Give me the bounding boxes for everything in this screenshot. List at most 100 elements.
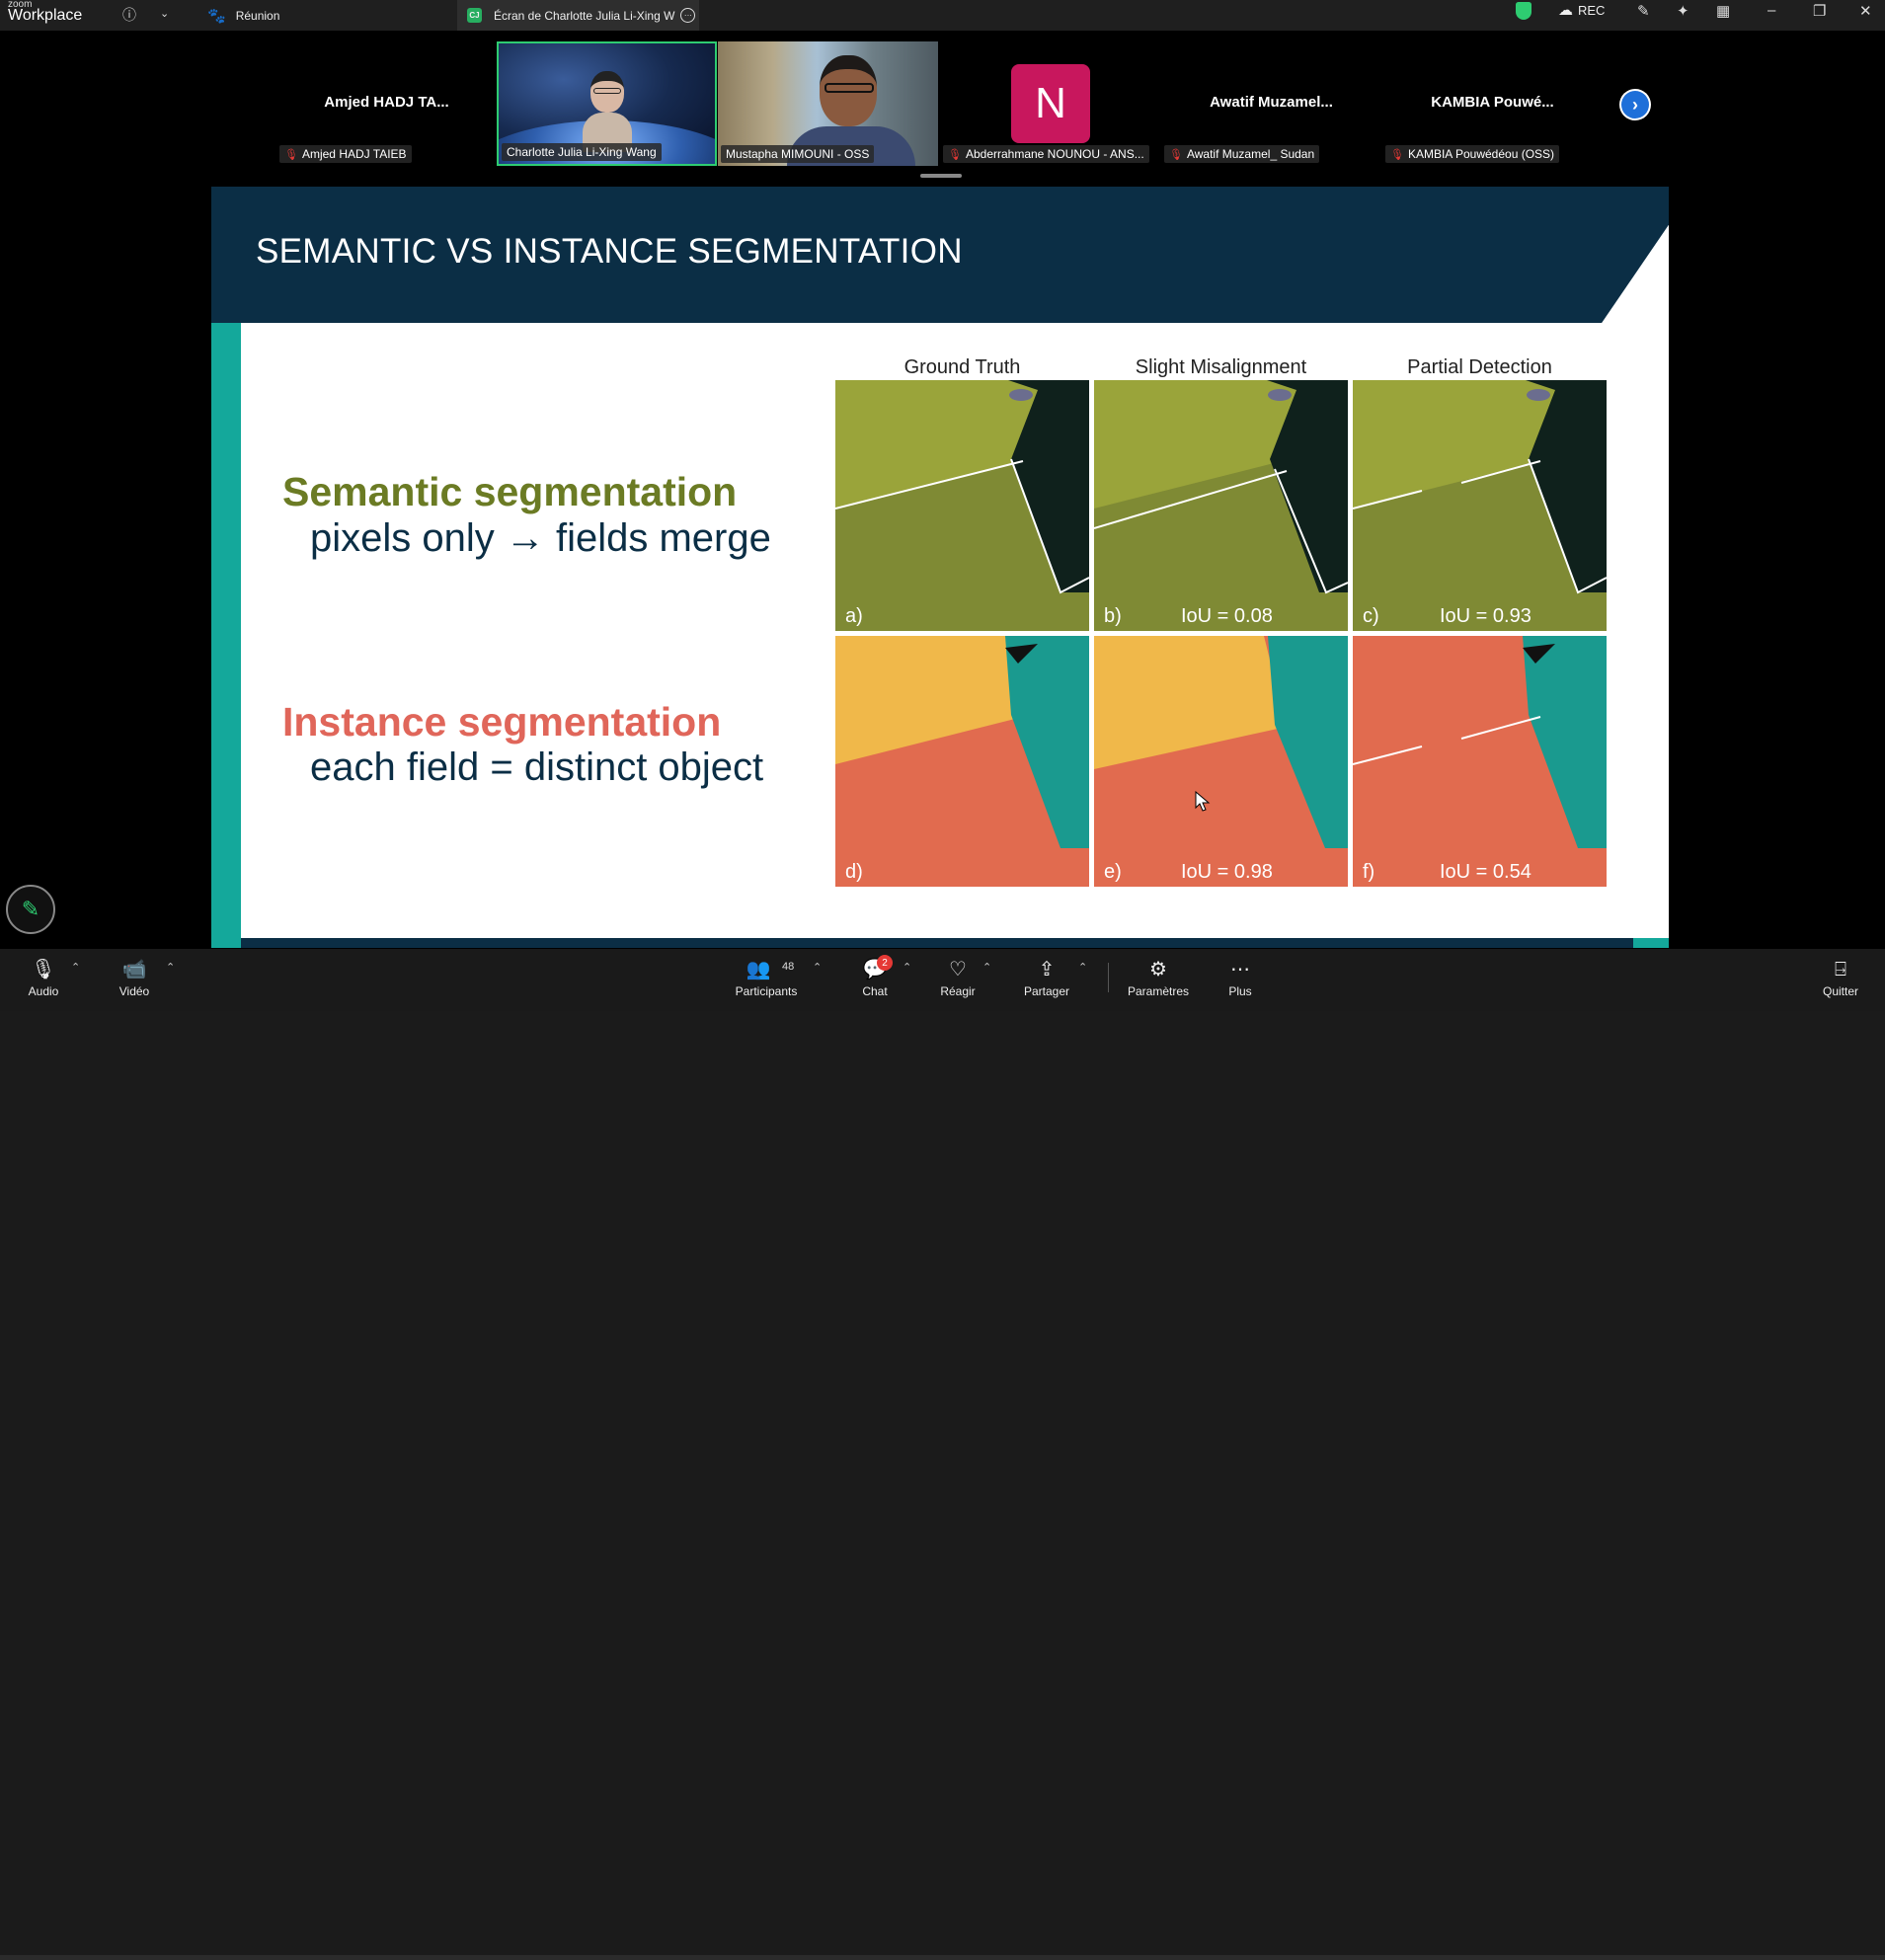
react-button[interactable]: ♡ Réagir xyxy=(940,957,976,998)
video-button[interactable]: 📹 Vidéo xyxy=(117,957,152,998)
iou-value: IoU = 0.98 xyxy=(1181,861,1273,883)
share-label: Partager xyxy=(1023,984,1070,998)
tab-screen-label: Écran de Charlotte Julia Li-Xing W xyxy=(494,8,675,23)
tab-meeting[interactable]: 🐾 Réunion xyxy=(207,0,279,31)
participant-gallery: Amjed HADJ TA... 🎙 Amjed HADJ TAIEB Charl… xyxy=(0,31,1885,187)
participant-tile[interactable]: KAMBIA Pouwé... 🎙 KAMBIA Pouwédéou (OSS) xyxy=(1382,41,1603,166)
participant-name: Awatif Muzamel... xyxy=(1210,94,1333,111)
more-button[interactable]: ⋯ Plus xyxy=(1224,957,1256,998)
gallery-resize-handle[interactable] xyxy=(920,174,962,178)
instance-mask xyxy=(835,636,1089,887)
video-label: Vidéo xyxy=(118,984,150,998)
mic-muted-icon: 🎙 xyxy=(948,148,962,161)
participants-options-caret[interactable]: ⌃ xyxy=(813,961,822,974)
slide-title: SEMANTIC VS INSTANCE SEGMENTATION xyxy=(256,232,963,271)
participant-label-text: Amjed HADJ TAIEB xyxy=(301,147,407,161)
more-icon: ⋯ xyxy=(1230,959,1250,980)
share-options-caret[interactable]: ⌃ xyxy=(1078,961,1087,974)
participant-tile[interactable]: Awatif Muzamel... 🎙 Awatif Muzamel_ Sudan xyxy=(1161,41,1381,166)
participant-name: KAMBIA Pouwé... xyxy=(1431,94,1554,111)
participant-label: 🎙 Awatif Muzamel_ Sudan xyxy=(1164,145,1320,163)
panel-e: e) IoU = 0.98 xyxy=(1094,636,1348,887)
toolbar-divider xyxy=(1108,963,1109,992)
gear-icon: ⚙ xyxy=(1149,959,1167,980)
participant-label: 🎙 Abderrahmane NOUNOU - ANS... xyxy=(943,145,1149,163)
participant-tile-active-speaker[interactable]: Charlotte Julia Li-Xing Wang xyxy=(497,41,717,166)
panel-d: d) xyxy=(835,636,1089,887)
recording-indicator[interactable]: ☁ REC xyxy=(1558,1,1605,19)
leave-label: Quitter xyxy=(1822,984,1858,998)
video-options-caret[interactable]: ⌃ xyxy=(166,961,175,974)
chevron-right-icon: › xyxy=(1621,91,1649,118)
react-options-caret[interactable]: ⌃ xyxy=(982,961,991,974)
ai-companion-icon[interactable]: ✦ xyxy=(1677,2,1689,20)
cloud-icon: ☁ xyxy=(1558,2,1573,19)
restore-icon[interactable]: ❐ xyxy=(1813,2,1826,20)
panel-label: e) xyxy=(1104,861,1122,883)
instance-mask xyxy=(1094,636,1348,887)
panel-b: b) IoU = 0.08 xyxy=(1094,380,1348,631)
close-icon[interactable]: ✕ xyxy=(1859,2,1872,20)
participant-label: Mustapha MIMOUNI - OSS xyxy=(721,145,875,163)
participant-label-text: Charlotte Julia Li-Xing Wang xyxy=(507,145,657,159)
chevron-down-icon[interactable]: ⌄ xyxy=(160,7,169,20)
slide-footer-accent xyxy=(1633,938,1669,948)
satellite-image xyxy=(1094,380,1348,631)
rec-label: REC xyxy=(1578,2,1606,18)
tab-meeting-label: Réunion xyxy=(235,8,280,23)
apps-icon[interactable]: ▦ xyxy=(1716,2,1730,20)
iou-value: IoU = 0.54 xyxy=(1440,861,1532,883)
mic-muted-icon: 🎙 xyxy=(284,148,298,161)
heart-icon: ♡ xyxy=(949,959,967,980)
settings-button[interactable]: ⚙ Paramètres xyxy=(1128,957,1189,998)
info-icon[interactable]: ⓘ xyxy=(122,5,136,25)
semantic-heading: Semantic segmentation xyxy=(282,469,738,514)
participant-label: Charlotte Julia Li-Xing Wang xyxy=(502,143,662,161)
share-button[interactable]: ⇪ Partager xyxy=(1022,957,1071,998)
panel-f: f) IoU = 0.54 xyxy=(1353,636,1607,887)
minimize-icon[interactable]: – xyxy=(1767,2,1775,19)
instance-subtext: each field = distinct object xyxy=(310,745,764,789)
slide-accent-bar xyxy=(211,323,241,948)
video-off-icon: 📹 xyxy=(121,959,147,980)
participant-tile[interactable]: Amjed HADJ TA... 🎙 Amjed HADJ TAIEB xyxy=(276,41,497,166)
chat-label: Chat xyxy=(862,984,888,998)
participant-name: Amjed HADJ TA... xyxy=(324,94,449,111)
participant-label: 🎙 Amjed HADJ TAIEB xyxy=(279,145,412,163)
mic-muted-icon: 🎙 xyxy=(1169,148,1183,161)
audio-options-caret[interactable]: ⌃ xyxy=(71,961,80,974)
semantic-subtext: pixels only → fields merge xyxy=(310,516,771,560)
title-bar: zoom Workplace ⓘ ⌄ 🐾 Réunion CJ Écran de… xyxy=(0,0,1885,31)
annotate-button[interactable]: ✎ xyxy=(6,885,55,934)
participant-tile[interactable]: N 🎙 Abderrahmane NOUNOU - ANS... xyxy=(940,41,1160,166)
taskbar-edge xyxy=(0,1955,1885,1960)
annotate-tool-icon[interactable]: ✎ xyxy=(1637,2,1650,20)
exit-icon: ⍈ xyxy=(1835,959,1846,980)
screen-tab-avatar: CJ xyxy=(467,8,482,23)
mouse-cursor-icon xyxy=(1195,791,1211,812)
encryption-shield-icon[interactable] xyxy=(1516,2,1532,20)
paw-icon: 🐾 xyxy=(207,7,226,25)
chat-unread-badge: 2 xyxy=(877,955,893,971)
zoom-logo: zoom Workplace xyxy=(8,0,82,24)
pencil-icon: ✎ xyxy=(21,897,40,921)
participants-count: 48 xyxy=(782,961,795,973)
presentation-slide: SEMANTIC VS INSTANCE SEGMENTATION Semant… xyxy=(211,187,1669,948)
participant-tile[interactable]: Mustapha MIMOUNI - OSS xyxy=(718,41,938,166)
panel-label: f) xyxy=(1363,861,1375,883)
leave-button[interactable]: ⍈ Quitter xyxy=(1819,957,1862,998)
satellite-image xyxy=(1353,380,1607,631)
column-title: Partial Detection xyxy=(1407,356,1552,378)
audio-label: Audio xyxy=(28,984,59,998)
next-page-button[interactable]: › xyxy=(1619,89,1651,120)
audio-button[interactable]: 🎙 Audio xyxy=(28,957,59,998)
more-options-icon[interactable]: ··· xyxy=(680,8,696,23)
chat-options-caret[interactable]: ⌃ xyxy=(903,961,911,974)
share-screen-icon: ⇪ xyxy=(1038,959,1056,980)
brand-name: Workplace xyxy=(8,7,83,24)
column-title: Ground Truth xyxy=(903,356,1021,378)
tab-shared-screen[interactable]: CJ Écran de Charlotte Julia Li-Xing W ··… xyxy=(457,0,699,31)
settings-label: Paramètres xyxy=(1128,984,1190,998)
participant-label-text: Abderrahmane NOUNOU - ANS... xyxy=(965,147,1144,161)
column-title: Slight Misalignment xyxy=(1135,356,1307,378)
